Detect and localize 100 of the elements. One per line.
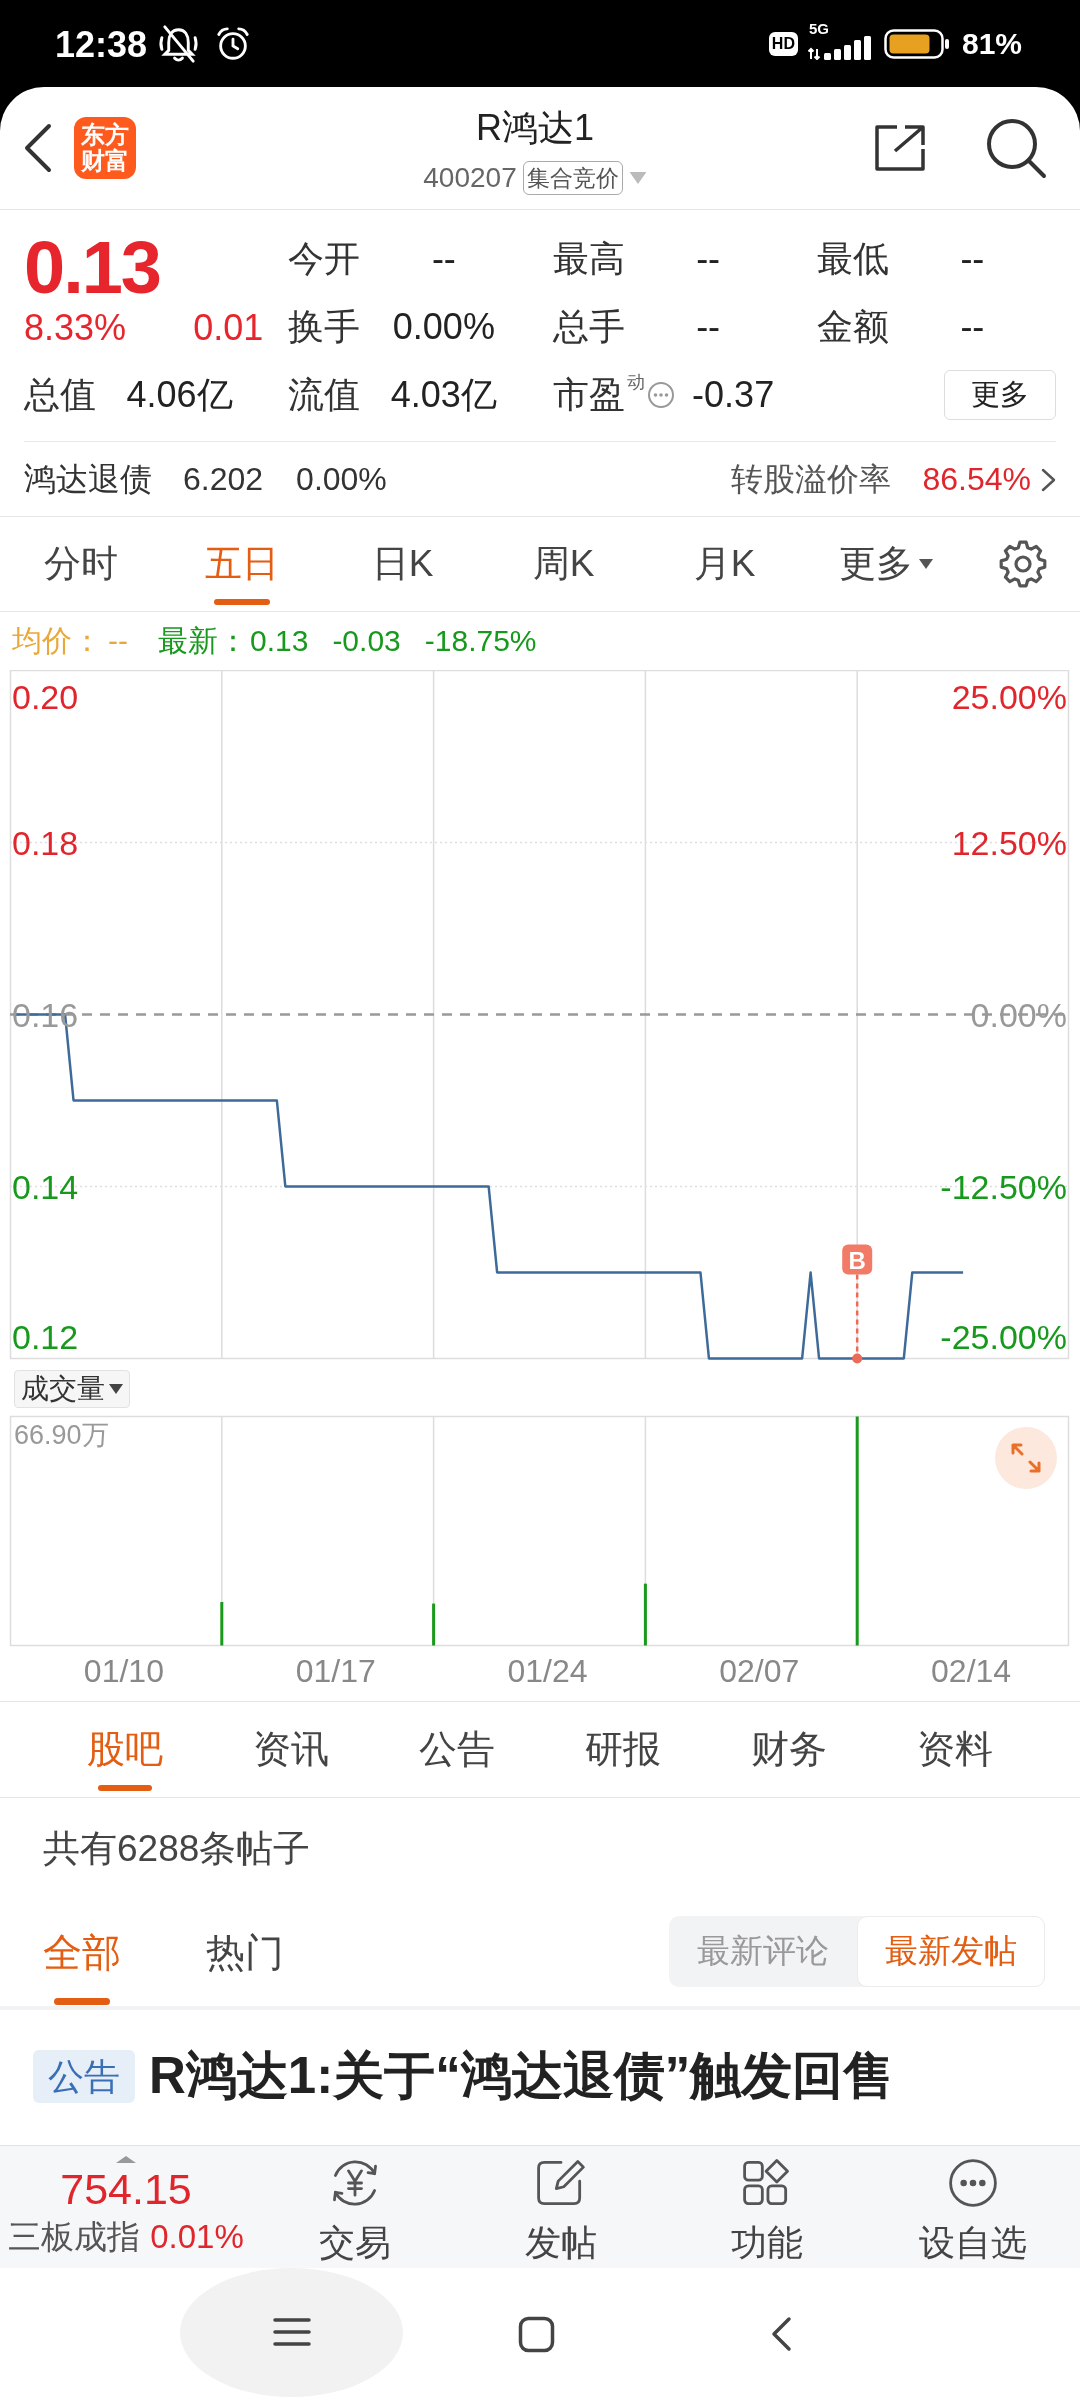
percent-axis-label: 25.00% — [951, 677, 1067, 716]
premium-label: 转股溢价率 — [731, 459, 892, 499]
post-title[interactable]: R鸿达1:关于“鸿达退债”触发回售 — [149, 2042, 895, 2111]
toolbar-label[interactable]: 交易 — [319, 2223, 391, 2263]
back-icon[interactable] — [770, 2316, 792, 2352]
field-value: 4.03亿 — [390, 372, 497, 417]
percent-axis-label: 12.50% — [951, 823, 1067, 862]
chevron-right-icon[interactable] — [1041, 467, 1056, 492]
field-label: 总值 — [24, 373, 96, 417]
settings-icon[interactable] — [999, 540, 1047, 588]
news-tab[interactable]: 股吧 — [42, 1702, 208, 1797]
post-tag: 公告 — [33, 2050, 135, 2103]
trading-mode-badge: 集合竞价 — [522, 161, 623, 195]
field-label: 换手 — [288, 305, 361, 349]
field-label: 金额 — [816, 305, 889, 349]
date-label: 01/17 — [295, 1653, 376, 1689]
battery-percent: 81% — [961, 26, 1022, 61]
news-tab[interactable]: 财务 — [706, 1702, 872, 1797]
latest-price-value: 0.13 — [250, 624, 309, 658]
field-label: 最低 — [816, 237, 889, 281]
expand-icon[interactable] — [995, 1427, 1057, 1489]
post-count: 共有6288条帖子 — [43, 1827, 311, 1871]
app-logo: 东方财富 — [74, 117, 136, 179]
average-price-label: 均价： — [12, 622, 102, 659]
price-axis-label: 0.18 — [12, 823, 79, 862]
volume-max-label: 66.90万 — [14, 1420, 109, 1450]
field-value: -- — [431, 238, 456, 280]
toolbar-label[interactable]: 发帖 — [525, 2223, 597, 2263]
chart-tab[interactable]: 分时 — [0, 517, 161, 611]
muted-bell-icon — [157, 22, 201, 65]
average-price-value: -- — [108, 624, 128, 658]
price-axis-label: 0.12 — [12, 1317, 79, 1356]
latest-change-percent: -18.75% — [424, 624, 537, 658]
chart-tab[interactable]: 五日 — [161, 517, 322, 611]
sort-option[interactable]: 最新发帖 — [857, 1915, 1045, 1987]
last-price: 0.13 — [24, 230, 161, 306]
clock-time: 12:38 — [55, 23, 148, 66]
index-change: 0.01% — [150, 2217, 244, 2257]
chart-tab[interactable]: 日K — [322, 517, 483, 611]
toolbar-label[interactable]: 设自选 — [919, 2223, 1027, 2263]
field-value: 4.06亿 — [126, 372, 233, 417]
news-tab[interactable]: 资料 — [872, 1702, 1038, 1797]
filter-tab[interactable]: 热门 — [206, 1900, 284, 2006]
date-label: 01/24 — [507, 1653, 588, 1689]
volume-bar — [643, 1583, 647, 1646]
latest-price-label: 最新： — [158, 622, 248, 659]
news-tab[interactable]: 公告 — [374, 1702, 540, 1797]
index-name: 三板成指 — [8, 2217, 141, 2257]
field-value: -- — [960, 306, 985, 348]
latest-change: -0.03 — [332, 624, 401, 658]
field-value: -- — [696, 306, 721, 348]
change-amount: 0.01 — [193, 307, 264, 349]
volume-bar — [432, 1603, 436, 1646]
battery-icon — [883, 28, 950, 59]
field-label: 流值 — [288, 373, 361, 417]
caret-icon[interactable] — [109, 1384, 123, 1394]
index-value: 754.15 — [60, 2167, 192, 2211]
premium-value: 86.54% — [922, 461, 1031, 498]
annotation: B — [848, 1246, 866, 1274]
percent-axis-label: -25.00% — [940, 1317, 1067, 1356]
field-value: 0.00% — [392, 306, 495, 348]
search-icon[interactable] — [984, 116, 1048, 180]
volume-bar — [220, 1602, 224, 1646]
toolbar-label[interactable]: 功能 — [731, 2223, 803, 2263]
field-label: 最高 — [552, 237, 625, 281]
chart-tab[interactable]: 月K — [644, 517, 805, 611]
more-button[interactable]: 更多 — [944, 370, 1056, 420]
signal-icon — [807, 36, 874, 60]
network-type: 5G — [808, 21, 829, 36]
back-icon[interactable] — [22, 123, 54, 173]
news-tab[interactable]: 资讯 — [208, 1702, 374, 1797]
change-percent: 8.33% — [24, 307, 127, 349]
field-value: -0.37 — [692, 374, 775, 416]
field-label: 今开 — [288, 237, 361, 281]
filter-tab[interactable]: 全部 — [43, 1900, 121, 2006]
stock-title: R鸿达1 — [476, 106, 594, 150]
indicator-dropdown[interactable]: 成交量 — [14, 1370, 130, 1408]
menu-icon — [272, 2317, 311, 2347]
percent-axis-label: 0.00% — [970, 995, 1067, 1034]
date-label: 01/10 — [83, 1653, 164, 1689]
field-label: 总手 — [552, 305, 625, 349]
field-value: -- — [960, 238, 985, 280]
date-label: 02/07 — [719, 1653, 800, 1689]
bond-change: 0.00% — [296, 461, 387, 498]
news-tab[interactable]: 研报 — [540, 1702, 706, 1797]
info-icon[interactable] — [646, 381, 675, 409]
chart-tab[interactable]: 更多 — [805, 517, 966, 611]
price-axis-label: 0.20 — [12, 677, 79, 716]
percent-axis-label: -12.50% — [940, 1167, 1067, 1206]
field-value: -- — [696, 238, 721, 280]
chart-tab[interactable]: 周K — [483, 517, 644, 611]
price-axis-label: 0.14 — [12, 1167, 79, 1206]
field-label: 市盈$^{动}$ — [552, 373, 645, 417]
home-icon[interactable] — [518, 2315, 555, 2353]
share-icon[interactable] — [873, 123, 927, 173]
bond-name: 鸿达退债 — [24, 459, 152, 499]
date-label: 02/14 — [931, 1653, 1012, 1689]
caret-up-icon[interactable] — [116, 2156, 136, 2163]
hd-indicator: HD — [768, 31, 798, 56]
caret-icon[interactable] — [918, 559, 933, 569]
